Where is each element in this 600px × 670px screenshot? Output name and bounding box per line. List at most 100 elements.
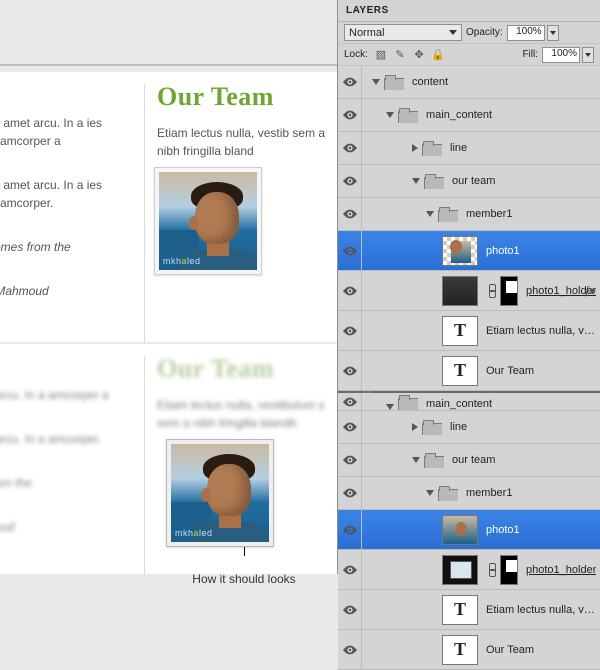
folder-icon	[438, 486, 458, 501]
disclosure-triangle[interactable]	[412, 178, 420, 184]
fill-flyout[interactable]	[582, 47, 594, 63]
member-photo-wrap: mkhaled	[171, 444, 269, 542]
description: Etiam lectus nulla, vestibulum s sem a n…	[157, 396, 331, 432]
layer-row[interactable]: photo1	[338, 510, 600, 550]
layer-row[interactable]: our team	[338, 444, 600, 477]
visibility-toggle[interactable]	[338, 165, 362, 197]
layer-name[interactable]: Our Team	[486, 644, 534, 656]
disclosure-triangle[interactable]	[426, 490, 434, 496]
mask-thumbnail[interactable]	[500, 555, 518, 585]
layer-name[interactable]: member1	[466, 208, 512, 220]
visibility-toggle[interactable]	[338, 132, 362, 164]
lock-all-icon: 🔒	[431, 48, 445, 62]
layer-name[interactable]: Our Team	[486, 365, 534, 377]
visibility-toggle[interactable]	[338, 66, 362, 98]
folder-icon	[398, 395, 418, 410]
folder-icon	[422, 420, 442, 435]
visibility-toggle[interactable]	[338, 393, 362, 410]
layer-thumbnail[interactable]	[442, 276, 478, 306]
layer-name[interactable]: line	[450, 142, 467, 154]
layer-name[interactable]: main_content	[426, 398, 492, 410]
folder-icon	[424, 453, 444, 468]
visibility-toggle[interactable]	[338, 550, 362, 589]
visibility-toggle[interactable]	[338, 271, 362, 310]
layer-row[interactable]: TEtiam lectus nulla, vestibulum vel	[338, 590, 600, 630]
layers-tab[interactable]: LAYERS	[338, 0, 600, 22]
disclosure-triangle[interactable]	[412, 144, 418, 152]
opacity-input[interactable]: 100%	[507, 25, 545, 41]
fill-label: Fill:	[522, 49, 538, 60]
lock-transparency-icon: ▧	[374, 48, 388, 62]
lock-fill-row: Lock: ▧ ✎ ✥ 🔒 Fill: 100%	[338, 44, 600, 66]
layer-name[interactable]: member1	[466, 487, 512, 499]
folder-icon	[384, 75, 404, 90]
layer-row[interactable]: member1	[338, 477, 600, 510]
layer-row[interactable]: our team	[338, 165, 600, 198]
layer-row[interactable]: main_content	[338, 393, 600, 411]
layer-name[interactable]: our team	[452, 175, 495, 187]
layer-name[interactable]: main_content	[426, 109, 492, 121]
body-link-1: comes from the	[0, 238, 130, 256]
watermark: mkhaled	[175, 528, 213, 538]
member-photo: mkhaled	[171, 444, 269, 542]
body-text: sit amet arcu. In a ies ullamcorper a	[0, 114, 130, 150]
folder-icon	[424, 174, 444, 189]
layer-row[interactable]: member1	[338, 198, 600, 231]
opacity-flyout[interactable]	[547, 25, 559, 41]
disclosure-triangle[interactable]	[412, 457, 420, 463]
visibility-toggle[interactable]	[338, 630, 362, 669]
layer-thumbnail[interactable]	[442, 515, 478, 545]
layer-name[interactable]: content	[412, 76, 448, 88]
disclosure-triangle[interactable]	[386, 404, 394, 410]
fill-input[interactable]: 100%	[542, 47, 580, 63]
body-text: sit amet arcu. In a ies ullamcorper.	[0, 176, 130, 212]
visibility-toggle[interactable]	[338, 198, 362, 230]
layer-thumbnail[interactable]	[442, 555, 478, 585]
lock-icons[interactable]: ▧ ✎ ✥ 🔒	[372, 48, 445, 62]
layer-name[interactable]: photo1	[486, 524, 520, 536]
visibility-toggle[interactable]	[338, 411, 362, 443]
layer-row[interactable]: TOur Team	[338, 630, 600, 670]
body-text: t arcu. In a amcorper a	[0, 386, 130, 404]
visibility-toggle[interactable]	[338, 444, 362, 476]
right-column: Our Team Etiam lectus nulla, vestib sem …	[157, 72, 337, 342]
blend-mode-dropdown[interactable]: Normal	[344, 24, 462, 41]
column-separator	[144, 356, 145, 574]
visibility-toggle[interactable]	[338, 590, 362, 629]
fx-disclosure[interactable]	[591, 288, 596, 294]
visibility-toggle[interactable]	[338, 351, 362, 390]
visibility-toggle[interactable]	[338, 510, 362, 549]
disclosure-triangle[interactable]	[426, 211, 434, 217]
visibility-toggle[interactable]	[338, 99, 362, 131]
visibility-toggle[interactable]	[338, 231, 362, 270]
folder-icon	[438, 207, 458, 222]
disclosure-triangle[interactable]	[372, 79, 380, 85]
heading-our-team: Our Team	[157, 354, 331, 384]
link-icon[interactable]	[487, 284, 497, 298]
layer-row[interactable]: main_content	[338, 99, 600, 132]
mask-thumbnail[interactable]	[500, 276, 518, 306]
layer-row[interactable]: photo1_holderfx	[338, 271, 600, 311]
disclosure-triangle[interactable]	[412, 423, 418, 431]
member-photo: mkhaled	[159, 172, 257, 270]
layer-thumbnail[interactable]	[442, 236, 478, 266]
layer-name[interactable]: photo1	[486, 245, 520, 257]
visibility-toggle[interactable]	[338, 311, 362, 350]
layer-row[interactable]: photo1_holder	[338, 550, 600, 590]
layers-tree: contentmain_contentlineour teammember1ph…	[338, 66, 600, 670]
layer-name[interactable]: Etiam lectus nulla, vestibulum v...	[486, 325, 600, 337]
layer-row[interactable]: TOur Team	[338, 351, 600, 391]
layer-row[interactable]: photo1	[338, 231, 600, 271]
layer-row[interactable]: line	[338, 411, 600, 444]
layer-name[interactable]: line	[450, 421, 467, 433]
layer-row[interactable]: line	[338, 132, 600, 165]
canvas-bottom: t arcu. In a amcorper a t arcu. In a amc…	[0, 344, 337, 574]
layer-name[interactable]: Etiam lectus nulla, vestibulum vel	[486, 604, 600, 616]
layer-name[interactable]: our team	[452, 454, 495, 466]
link-icon[interactable]	[487, 563, 497, 577]
right-column: Our Team Etiam lectus nulla, vestibulum …	[157, 344, 337, 574]
layer-row[interactable]: TEtiam lectus nulla, vestibulum v...	[338, 311, 600, 351]
visibility-toggle[interactable]	[338, 477, 362, 509]
disclosure-triangle[interactable]	[386, 112, 394, 118]
layer-row[interactable]: content	[338, 66, 600, 99]
